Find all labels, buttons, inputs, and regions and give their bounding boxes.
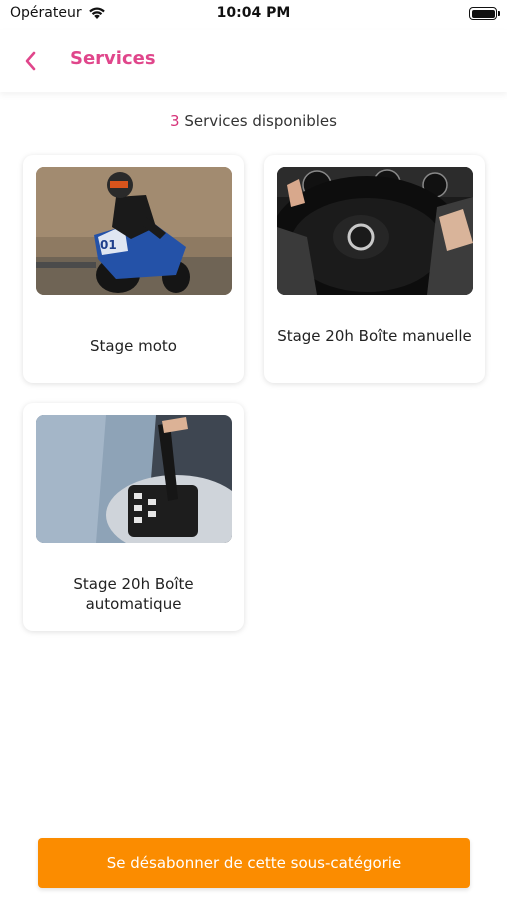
services-count-line: 3 Services disponibles <box>0 112 507 130</box>
service-card-moto[interactable]: 01 Stage moto <box>23 155 244 383</box>
unsubscribe-button[interactable]: Se désabonner de cette sous-catégorie <box>38 838 470 888</box>
services-count: 3 <box>170 112 180 130</box>
status-time: 10:04 PM <box>216 5 291 21</box>
service-title: Stage 20h Boîte manuelle <box>277 327 472 345</box>
service-title: Stage moto <box>90 337 177 355</box>
service-card-automatic[interactable]: Stage 20h Boîte automatique <box>23 403 244 631</box>
battery-icon <box>469 7 500 20</box>
service-card-manual[interactable]: Stage 20h Boîte manuelle <box>264 155 485 383</box>
page-title: Services <box>70 48 156 69</box>
navigation-bar: Services <box>0 30 507 92</box>
status-bar: Opérateur 10:04 PM <box>0 0 507 30</box>
services-count-label: Services disponibles <box>184 112 337 130</box>
service-title: Stage 20h Boîte automatique <box>73 575 194 613</box>
service-image-moto: 01 <box>36 167 232 295</box>
chevron-left-icon <box>25 51 36 71</box>
svg-text:01: 01 <box>100 238 117 252</box>
service-image-automatic <box>36 415 232 543</box>
back-button[interactable] <box>16 47 44 75</box>
service-image-manual <box>277 167 473 295</box>
